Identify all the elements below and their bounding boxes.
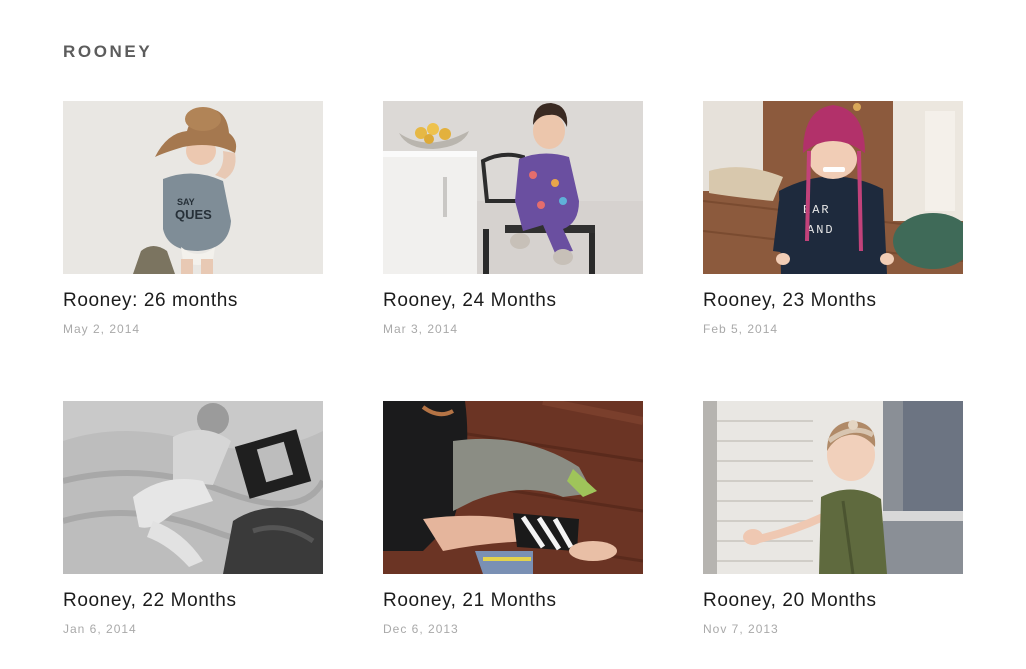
post-title[interactable]: Rooney, 24 Months [383,290,643,312]
post-grid: SAY QUES Rooney: 26 months May 2, 2014 R… [63,101,963,669]
post-title[interactable]: Rooney, 22 Months [63,590,323,612]
post-card[interactable]: Rooney, 22 Months Jan 6, 2014 [63,401,323,669]
post-card[interactable]: Rooney, 21 Months Dec 6, 2013 [383,401,643,669]
post-thumbnail[interactable] [63,401,323,574]
post-thumbnail[interactable] [703,401,963,574]
post-thumbnail[interactable]: SAY QUES [63,101,323,274]
post-card[interactable]: EAR AND Rooney, 23 Months Feb 5, 2014 [703,101,963,401]
post-date: Jan 6, 2014 [63,622,137,636]
post-date: Nov 7, 2013 [703,622,779,636]
post-title[interactable]: Rooney: 26 months [63,290,323,312]
child-on-metal-chair-photo [383,101,643,274]
child-in-pink-knit-hat-photo: EAR AND [703,101,963,274]
post-date: Dec 6, 2013 [383,622,459,636]
child-with-headband-by-window-photo [703,401,963,574]
post-title[interactable]: Rooney, 21 Months [383,590,643,612]
child-legs-on-wood-floor-photo [383,401,643,574]
post-title[interactable]: Rooney, 20 Months [703,590,963,612]
svg-text:AND: AND [807,223,835,237]
svg-text:QUES: QUES [175,207,212,222]
post-thumbnail[interactable] [383,401,643,574]
page-title[interactable]: ROONEY [63,42,152,62]
post-thumbnail[interactable]: EAR AND [703,101,963,274]
svg-text:SAY: SAY [177,197,195,207]
post-card[interactable]: Rooney, 20 Months Nov 7, 2013 [703,401,963,669]
post-date: May 2, 2014 [63,322,141,336]
post-card[interactable]: SAY QUES Rooney: 26 months May 2, 2014 [63,101,323,401]
post-card[interactable]: Rooney, 24 Months Mar 3, 2014 [383,101,643,401]
post-thumbnail[interactable] [383,101,643,274]
post-date: Mar 3, 2014 [383,322,459,336]
black-and-white-child-on-bed-photo [63,401,323,574]
post-date: Feb 5, 2014 [703,322,779,336]
post-title[interactable]: Rooney, 23 Months [703,290,963,312]
child-in-big-brown-hat-photo: SAY QUES [63,101,323,274]
